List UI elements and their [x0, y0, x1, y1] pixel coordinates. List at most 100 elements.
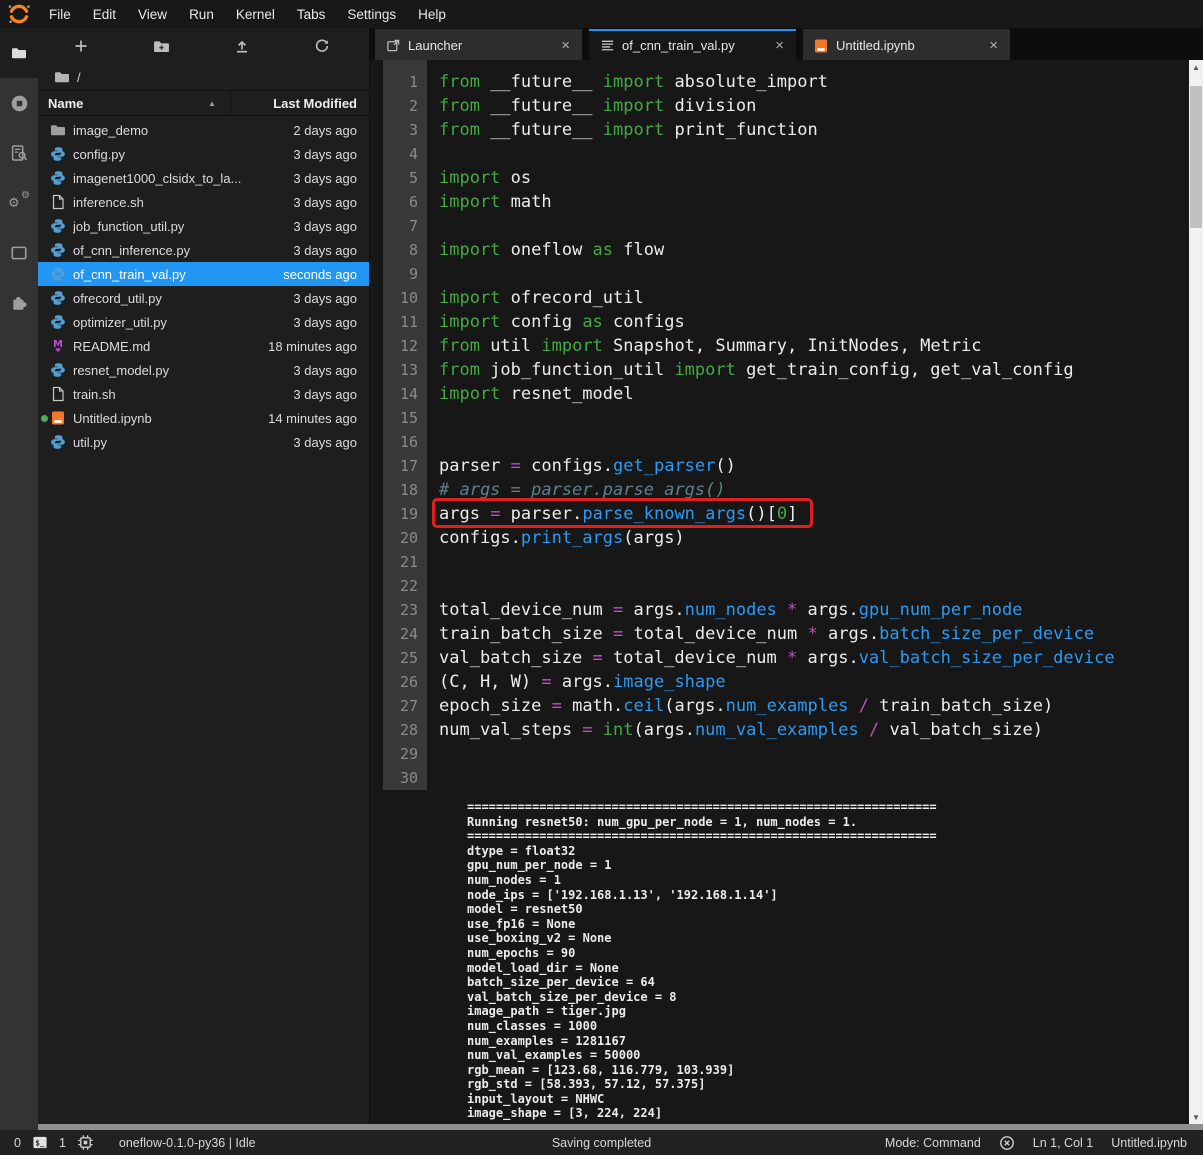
- file-row-of-cnn-train-val-py[interactable]: of_cnn_train_val.pyseconds ago: [38, 262, 369, 286]
- output-line: batch_size_per_device = 64: [467, 975, 1189, 990]
- code-line-21[interactable]: 21: [370, 550, 1189, 574]
- file-row-optimizer-util-py[interactable]: optimizer_util.py3 days ago: [38, 310, 369, 334]
- code-line-14[interactable]: 14import resnet_model: [370, 382, 1189, 406]
- menu-edit[interactable]: Edit: [82, 0, 127, 28]
- command-mode-indicator[interactable]: Mode: Command: [885, 1136, 981, 1150]
- code-line-11[interactable]: 11import config as configs: [370, 310, 1189, 334]
- code-token: __future__: [480, 72, 603, 92]
- line-number: 17: [383, 454, 427, 478]
- scroll-down-icon[interactable]: ▼: [1189, 1110, 1203, 1124]
- file-row-job-function-util-py[interactable]: job_function_util.py3 days ago: [38, 214, 369, 238]
- new-launcher-button[interactable]: [70, 35, 92, 57]
- kernel-running-dot: [38, 415, 50, 422]
- code-line-30[interactable]: 30: [370, 766, 1189, 790]
- code-line-17[interactable]: 17parser = configs.get_parser(): [370, 454, 1189, 478]
- code-line-13[interactable]: 13from job_function_util import get_trai…: [370, 358, 1189, 382]
- tab-launcher[interactable]: Launcher×: [375, 29, 582, 60]
- menu-settings[interactable]: Settings: [336, 0, 407, 28]
- activity-file-browser[interactable]: [0, 28, 38, 78]
- code-line-4[interactable]: 4: [370, 142, 1189, 166]
- file-row-untitled-ipynb[interactable]: Untitled.ipynb14 minutes ago: [38, 406, 369, 430]
- code-line-27[interactable]: 27epoch_size = math.ceil(args.num_exampl…: [370, 694, 1189, 718]
- refresh-button[interactable]: [311, 35, 333, 57]
- code-token: import: [439, 240, 500, 260]
- code-line-1[interactable]: 1from __future__ import absolute_import: [370, 70, 1189, 94]
- tab-of-cnn-train-val-py[interactable]: of_cnn_train_val.py×: [589, 29, 796, 60]
- code-token: as: [582, 312, 602, 332]
- code-line-3[interactable]: 3from __future__ import print_function: [370, 118, 1189, 142]
- code-line-15[interactable]: 15: [370, 406, 1189, 430]
- file-row-ofrecord-util-py[interactable]: ofrecord_util.py3 days ago: [38, 286, 369, 310]
- file-row-image-demo[interactable]: image_demo2 days ago: [38, 118, 369, 142]
- terminals-count[interactable]: 0: [14, 1136, 21, 1150]
- column-header-last-modified[interactable]: Last Modified: [231, 96, 369, 111]
- upload-button[interactable]: [231, 35, 253, 57]
- kernels-count[interactable]: 1: [59, 1136, 66, 1150]
- menu-view[interactable]: View: [127, 0, 178, 28]
- file-row-of-cnn-inference-py[interactable]: of_cnn_inference.py3 days ago: [38, 238, 369, 262]
- code-content: from __future__ import division: [427, 94, 756, 118]
- code-editor[interactable]: 1from __future__ import absolute_import2…: [370, 60, 1189, 1124]
- code-line-20[interactable]: 20configs.print_args(args): [370, 526, 1189, 550]
- menu-file[interactable]: File: [38, 0, 82, 28]
- tab-untitled-ipynb[interactable]: Untitled.ipynb×: [803, 29, 1010, 60]
- code-token: import: [439, 288, 500, 308]
- code-content: from __future__ import print_function: [427, 118, 818, 142]
- code-line-10[interactable]: 10import ofrecord_util: [370, 286, 1189, 310]
- code-line-7[interactable]: 7: [370, 214, 1189, 238]
- cursor-position[interactable]: Ln 1, Col 1: [1033, 1136, 1093, 1150]
- code-line-8[interactable]: 8import oneflow as flow: [370, 238, 1189, 262]
- file-row-train-sh[interactable]: train.sh3 days ago: [38, 382, 369, 406]
- code-line-29[interactable]: 29: [370, 742, 1189, 766]
- code-line-5[interactable]: 5import os: [370, 166, 1189, 190]
- code-line-25[interactable]: 25val_batch_size = total_device_num * ar…: [370, 646, 1189, 670]
- activity-running-sessions[interactable]: [0, 78, 38, 128]
- code-line-18[interactable]: 18# args = parser.parse_args(): [370, 478, 1189, 502]
- offline-circle-x-icon[interactable]: [999, 1135, 1015, 1151]
- code-line-22[interactable]: 22: [370, 574, 1189, 598]
- close-icon[interactable]: ×: [985, 37, 1002, 54]
- activity-open-tabs[interactable]: [0, 228, 38, 278]
- kernel-chip-icon[interactable]: [77, 1134, 94, 1151]
- menu-tabs[interactable]: Tabs: [286, 0, 337, 28]
- file-row-resnet-model-py[interactable]: resnet_model.py3 days ago: [38, 358, 369, 382]
- code-token: os: [500, 168, 531, 188]
- breadcrumb-path[interactable]: /: [77, 70, 81, 85]
- activity-property-inspector[interactable]: ⚙⚙: [0, 178, 38, 228]
- code-line-12[interactable]: 12from util import Snapshot, Summary, In…: [370, 334, 1189, 358]
- code-line-9[interactable]: 9: [370, 262, 1189, 286]
- code-line-16[interactable]: 16: [370, 430, 1189, 454]
- scrollbar-thumb[interactable]: [1190, 86, 1202, 228]
- code-line-19[interactable]: 19args = parser.parse_known_args()[0]: [370, 502, 1189, 526]
- code-line-28[interactable]: 28num_val_steps = int(args.num_val_examp…: [370, 718, 1189, 742]
- menu-help[interactable]: Help: [407, 0, 457, 28]
- terminal-icon[interactable]: $_: [32, 1135, 48, 1150]
- code-token: math.: [562, 696, 623, 716]
- activity-command-palette[interactable]: [0, 128, 38, 178]
- scroll-up-icon[interactable]: ▲: [1189, 60, 1203, 74]
- code-token: from: [439, 360, 480, 380]
- file-row-inference-sh[interactable]: inference.sh3 days ago: [38, 190, 369, 214]
- close-icon[interactable]: ×: [771, 37, 788, 54]
- file-list-header: Name ▲ Last Modified: [38, 90, 369, 116]
- file-row-imagenet1000-clsidx-to-la-[interactable]: imagenet1000_clsidx_to_la...3 days ago: [38, 166, 369, 190]
- code-line-26[interactable]: 26(C, H, W) = args.image_shape: [370, 670, 1189, 694]
- file-row-readme-md[interactable]: MREADME.md18 minutes ago: [38, 334, 369, 358]
- code-line-23[interactable]: 23total_device_num = args.num_nodes * ar…: [370, 598, 1189, 622]
- menu-run[interactable]: Run: [178, 0, 225, 28]
- vertical-scrollbar[interactable]: ▲ ▼: [1189, 60, 1203, 1124]
- new-folder-button[interactable]: [150, 35, 172, 57]
- activity-extension-manager[interactable]: [0, 278, 38, 328]
- close-icon[interactable]: ×: [557, 37, 574, 54]
- file-name: config.py: [73, 147, 241, 162]
- code-line-24[interactable]: 24train_batch_size = total_device_num * …: [370, 622, 1189, 646]
- menu-kernel[interactable]: Kernel: [225, 0, 286, 28]
- breadcrumb[interactable]: /: [38, 64, 369, 90]
- column-header-name[interactable]: Name ▲: [38, 91, 231, 115]
- code-content: [427, 766, 439, 790]
- file-row-util-py[interactable]: util.py3 days ago: [38, 430, 369, 454]
- file-row-config-py[interactable]: config.py3 days ago: [38, 142, 369, 166]
- code-line-6[interactable]: 6import math: [370, 190, 1189, 214]
- kernel-status[interactable]: oneflow-0.1.0-py36 | Idle: [119, 1136, 256, 1150]
- code-line-2[interactable]: 2from __future__ import division: [370, 94, 1189, 118]
